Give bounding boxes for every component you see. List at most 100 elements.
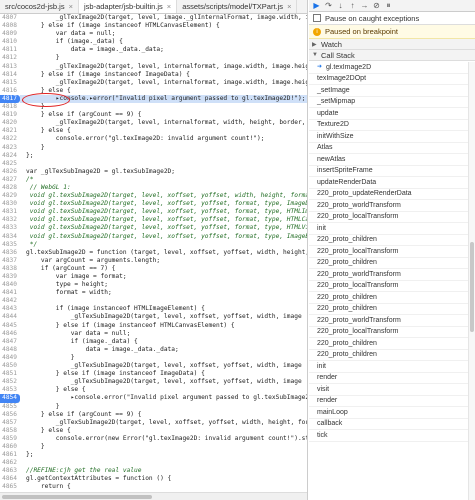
call-stack-frame[interactable]: 220_proto_worldTransform <box>309 315 475 327</box>
line-number[interactable]: 4838 <box>0 264 20 273</box>
line-number[interactable]: 4864 <box>0 475 20 484</box>
line-number[interactable]: 4859 <box>0 434 20 443</box>
line-number[interactable]: 4851 <box>0 370 20 379</box>
call-stack-frame[interactable]: insertSpriteFrame <box>309 166 475 177</box>
line-number[interactable]: 4863 <box>0 467 20 476</box>
pause-on-exceptions-button[interactable]: ⏸ <box>383 0 394 11</box>
line-number[interactable]: 4846 <box>0 329 20 338</box>
line-number[interactable]: 4860 <box>0 442 20 452</box>
line-number[interactable]: 4822 <box>0 135 20 144</box>
code-view[interactable]: 4807 _glTexImage2D(target, level, image.… <box>0 14 307 500</box>
line-number[interactable]: 4826 <box>0 167 20 176</box>
line-number[interactable]: 4843 <box>0 305 20 314</box>
line-number[interactable]: 4842 <box>0 297 20 306</box>
line-number[interactable]: 4827 <box>0 175 20 184</box>
line-number[interactable]: 4841 <box>0 289 20 298</box>
call-stack-frame[interactable]: update <box>309 108 475 120</box>
horizontal-scrollbar[interactable] <box>0 492 307 500</box>
line-number[interactable]: 4844 <box>0 313 20 322</box>
line-number[interactable]: 4857 <box>0 418 20 427</box>
line-number[interactable]: 4807 <box>0 14 20 23</box>
pause-on-caught-exceptions[interactable]: Pause on caught exceptions <box>309 12 475 25</box>
call-stack-frame[interactable]: 220_proto_children <box>309 258 475 269</box>
line-number[interactable]: 4809 <box>0 30 20 39</box>
line-number[interactable]: 4817 <box>0 94 20 104</box>
deactivate-breakpoints-button[interactable]: ⊘ <box>371 0 382 11</box>
scrollbar-thumb[interactable] <box>470 242 474 332</box>
line-number[interactable]: 4823 <box>0 143 20 152</box>
line-number[interactable]: 4824 <box>0 151 20 160</box>
line-number[interactable]: 4813 <box>0 62 20 71</box>
line-number[interactable]: 4865 <box>0 483 20 492</box>
resume-button[interactable]: ▶ <box>311 0 322 11</box>
call-stack-frame[interactable]: init <box>309 361 475 373</box>
line-number[interactable]: 4830 <box>0 200 20 209</box>
scrollbar-thumb[interactable] <box>2 495 152 499</box>
line-number[interactable]: 4862 <box>0 459 20 468</box>
line-number[interactable]: 4847 <box>0 337 20 346</box>
line-number[interactable]: 4828 <box>0 183 20 193</box>
line-number[interactable]: 4819 <box>0 111 20 120</box>
vertical-scrollbar[interactable] <box>468 62 475 500</box>
step-button[interactable]: → <box>359 0 370 11</box>
line-number[interactable]: 4855 <box>0 402 20 411</box>
call-stack-frame[interactable]: 220_proto_children <box>309 304 475 315</box>
line-number[interactable]: 4832 <box>0 216 20 225</box>
line-number[interactable]: 4811 <box>0 46 20 55</box>
line-number[interactable]: 4833 <box>0 224 20 233</box>
editor-tab[interactable]: src/cocos2d-jsb.js × <box>0 0 79 13</box>
call-stack-frame[interactable]: updateRenderData <box>309 177 475 189</box>
call-stack-frame[interactable]: initWithSize <box>309 131 475 143</box>
call-stack-frame[interactable]: _setMipmap <box>309 97 475 108</box>
line-number[interactable]: 4835 <box>0 240 20 249</box>
call-stack-frame[interactable]: render <box>309 396 475 407</box>
line-number[interactable]: 4831 <box>0 208 20 217</box>
line-number[interactable]: 4837 <box>0 256 20 265</box>
line-number[interactable]: 4829 <box>0 192 20 201</box>
step-into-button[interactable]: ↓ <box>335 0 346 11</box>
line-number[interactable]: 4861 <box>0 451 20 460</box>
line-number[interactable]: 4821 <box>0 127 20 136</box>
watch-section-header[interactable]: ▶ Watch <box>309 39 475 50</box>
call-stack-frame[interactable]: 220_proto_localTransform <box>309 281 475 292</box>
call-stack-frame[interactable]: 220_proto_localTransform <box>309 212 475 223</box>
call-stack-frame[interactable]: Atlas <box>309 143 475 154</box>
call-stack-frame[interactable]: ➜ gl.texImage2D <box>309 62 475 74</box>
line-number[interactable]: 4853 <box>0 386 20 395</box>
line-number[interactable]: 4820 <box>0 119 20 128</box>
call-stack-frame[interactable]: 220_proto_updateRenderData <box>309 189 475 200</box>
call-stack-frame[interactable]: Texture2D <box>309 120 475 131</box>
editor-tab[interactable]: assets/scripts/model/TXPart.js × <box>177 0 298 13</box>
call-stack-frame[interactable]: newAtlas <box>309 154 475 166</box>
call-stack-frame[interactable]: 220_proto_children <box>309 350 475 361</box>
line-number[interactable]: 4854 <box>0 394 20 403</box>
line-number[interactable]: 4814 <box>0 70 20 79</box>
line-number[interactable]: 4850 <box>0 362 20 371</box>
line-number[interactable]: 4825 <box>0 159 20 168</box>
call-stack-frame[interactable]: 220_proto_localTransform <box>309 327 475 338</box>
call-stack-frame[interactable]: render <box>309 373 475 384</box>
line-number[interactable]: 4852 <box>0 378 20 387</box>
line-number[interactable]: 4818 <box>0 103 20 112</box>
call-stack-frame[interactable]: 220_proto_localTransform <box>309 246 475 258</box>
call-stack-frame[interactable]: 220_proto_children <box>309 338 475 350</box>
close-icon[interactable]: × <box>69 2 73 11</box>
editor-tab[interactable]: jsb-adapter/jsb-builtin.js × <box>79 0 178 13</box>
line-number[interactable]: 4845 <box>0 321 20 330</box>
close-icon[interactable]: × <box>287 2 291 11</box>
line-number[interactable]: 4812 <box>0 54 20 63</box>
step-out-button[interactable]: ↑ <box>347 0 358 11</box>
line-number[interactable]: 4815 <box>0 78 20 87</box>
call-stack-frame[interactable]: 220_proto_children <box>309 235 475 246</box>
call-stack-frame[interactable]: visit <box>309 384 475 396</box>
call-stack-frame[interactable]: 220_proto_worldTransform <box>309 269 475 281</box>
line-number[interactable]: 4840 <box>0 281 20 290</box>
line-number[interactable]: 4808 <box>0 22 20 31</box>
line-number[interactable]: 4834 <box>0 232 20 241</box>
line-number[interactable]: 4849 <box>0 353 20 363</box>
call-stack-frame[interactable]: callback <box>309 419 475 430</box>
line-number[interactable]: 4836 <box>0 248 20 257</box>
line-number[interactable]: 4856 <box>0 410 20 419</box>
line-number[interactable]: 4810 <box>0 38 20 47</box>
line-number[interactable]: 4848 <box>0 345 20 354</box>
